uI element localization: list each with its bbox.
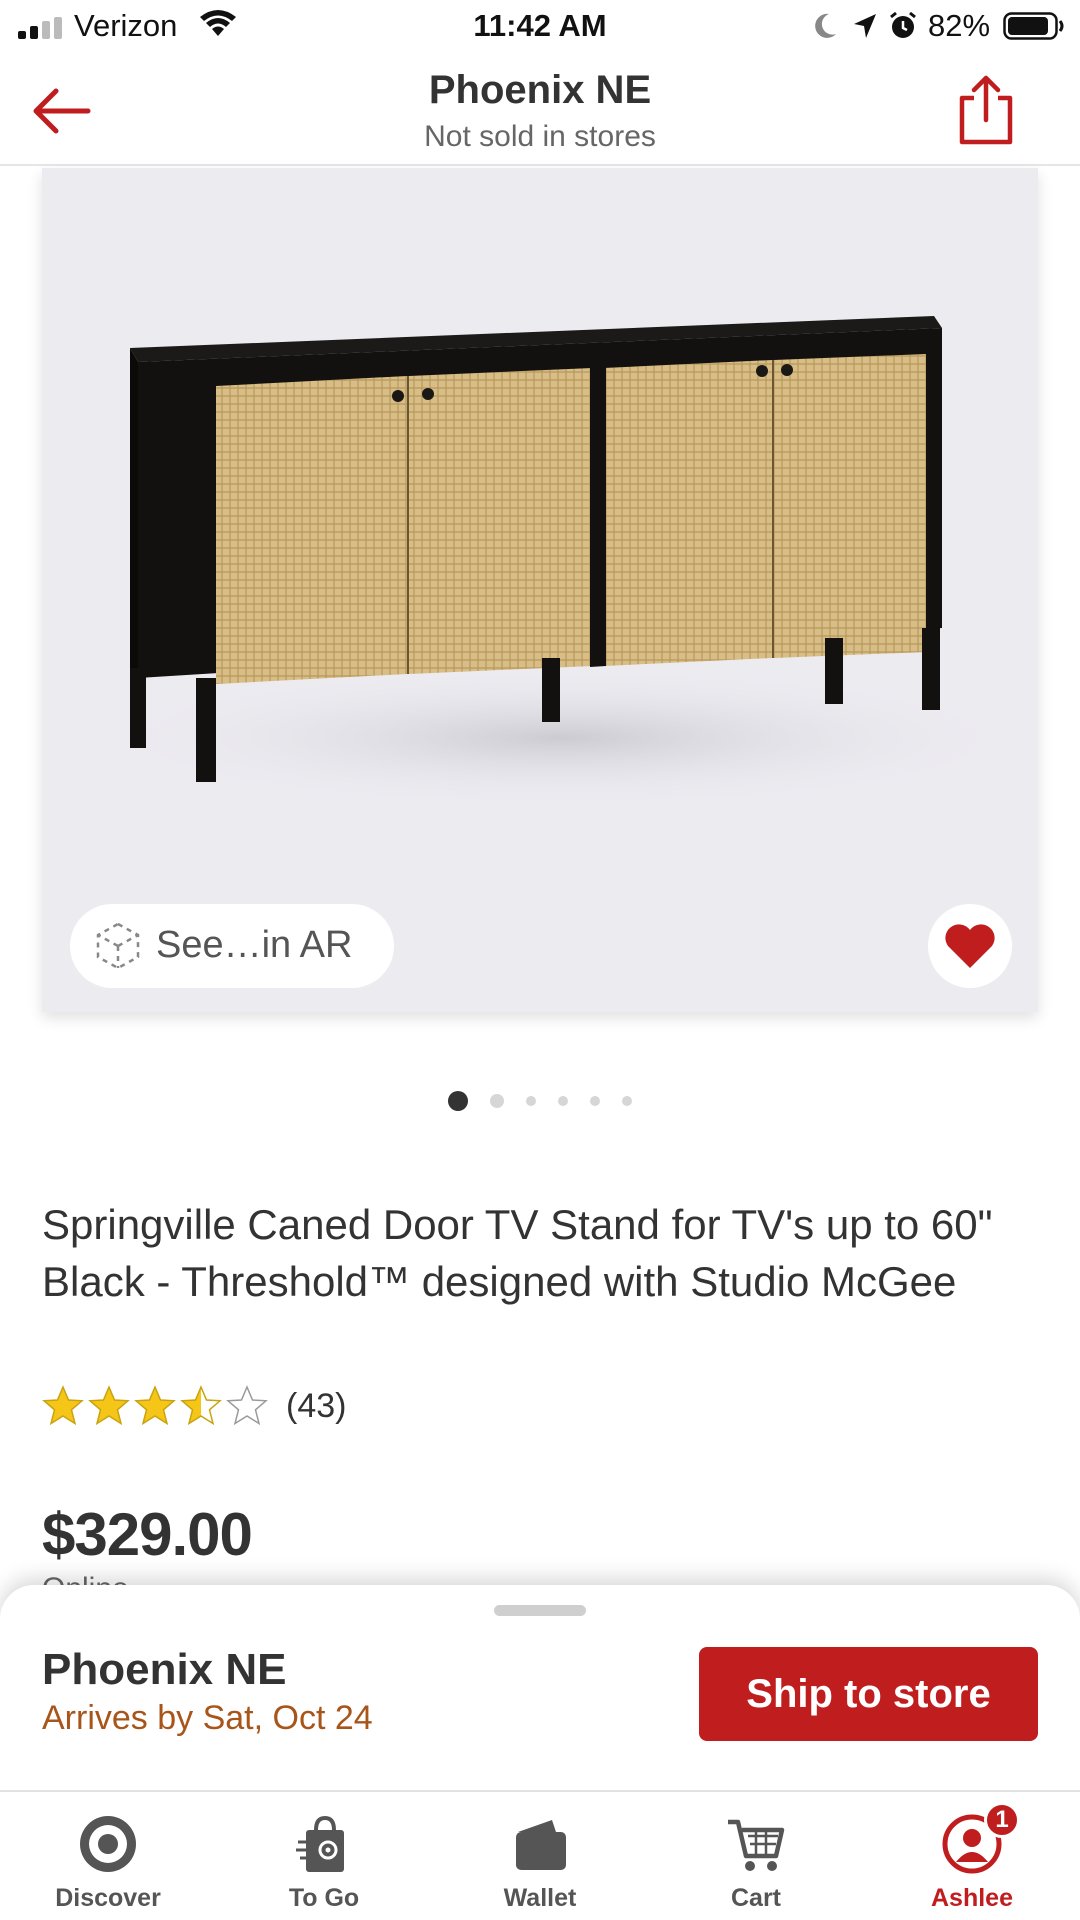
nav-discover[interactable]: Discover bbox=[0, 1792, 216, 1920]
nav-cart[interactable]: Cart bbox=[648, 1792, 864, 1920]
carousel-dot[interactable] bbox=[558, 1096, 568, 1106]
carousel-indicator bbox=[0, 1090, 1080, 1112]
ship-to-store-button[interactable]: Ship to store bbox=[699, 1647, 1038, 1741]
availability-note: Not sold in stores bbox=[424, 120, 656, 153]
heart-icon bbox=[945, 924, 995, 968]
star-icon bbox=[180, 1385, 222, 1426]
star-icon bbox=[134, 1385, 176, 1426]
carousel-dot[interactable] bbox=[526, 1096, 536, 1106]
nav-wallet[interactable]: Wallet bbox=[432, 1792, 648, 1920]
fulfillment-store: Phoenix NE bbox=[42, 1645, 287, 1694]
carousel-dot[interactable] bbox=[622, 1096, 632, 1106]
favorite-button[interactable] bbox=[928, 904, 1012, 988]
rating-row[interactable]: (43) bbox=[42, 1383, 346, 1429]
do-not-disturb-moon-icon bbox=[815, 13, 836, 38]
carousel-dot[interactable] bbox=[590, 1096, 600, 1106]
product-title: Springville Caned Door TV Stand for TV's… bbox=[42, 1201, 993, 1305]
battery-icon bbox=[1003, 12, 1064, 40]
nav-label: Wallet bbox=[503, 1884, 577, 1912]
product-price: $329.00 bbox=[42, 1501, 253, 1568]
store-name: Phoenix NE bbox=[428, 68, 652, 112]
arrival-date: Arrives by Sat, Oct 24 bbox=[42, 1699, 373, 1737]
nav-label: Cart bbox=[730, 1884, 781, 1912]
nav-label: To Go bbox=[288, 1884, 360, 1912]
fulfillment-sheet: Phoenix NE Arrives by Sat, Oct 24 Ship t… bbox=[0, 1585, 1080, 1790]
ar-cube-icon bbox=[96, 922, 140, 970]
nav-account[interactable]: 1 Ashlee bbox=[864, 1792, 1080, 1920]
bag-icon bbox=[296, 1815, 344, 1872]
sheet-drag-handle[interactable] bbox=[494, 1605, 586, 1616]
product-image-carousel[interactable]: See…in AR bbox=[42, 168, 1038, 1012]
nav-to-go[interactable]: To Go bbox=[216, 1792, 432, 1920]
battery-percentage: 82% bbox=[928, 8, 991, 43]
review-count[interactable]: (43) bbox=[286, 1387, 346, 1426]
nav-label: Ashlee bbox=[931, 1884, 1013, 1912]
view-in-ar-button[interactable]: See…in AR bbox=[70, 904, 394, 988]
star-rating bbox=[42, 1385, 268, 1427]
star-icon bbox=[226, 1385, 268, 1426]
product-header: Phoenix NE Not sold in stores bbox=[0, 54, 1080, 166]
clock: 11:42 AM bbox=[473, 8, 607, 43]
location-arrow-icon bbox=[854, 14, 876, 38]
carousel-dot[interactable] bbox=[448, 1091, 468, 1111]
ar-label: See…in AR bbox=[156, 924, 353, 966]
cart-icon bbox=[728, 1819, 785, 1871]
notification-badge: 1 bbox=[984, 1802, 1020, 1838]
alarm-clock-icon bbox=[890, 11, 916, 38]
star-icon bbox=[42, 1385, 84, 1426]
star-icon bbox=[88, 1385, 130, 1426]
status-bar: Verizon 11:42 AM 82% bbox=[0, 0, 1080, 54]
product-image bbox=[92, 316, 1032, 808]
share-icon[interactable] bbox=[956, 72, 1016, 146]
wallet-icon bbox=[516, 1820, 566, 1870]
carousel-dot[interactable] bbox=[490, 1094, 504, 1108]
nav-label: Discover bbox=[55, 1884, 161, 1912]
target-bullseye-icon bbox=[80, 1816, 136, 1872]
bottom-navigation: Discover To Go Wallet Cart 1 Ashlee bbox=[0, 1790, 1080, 1920]
